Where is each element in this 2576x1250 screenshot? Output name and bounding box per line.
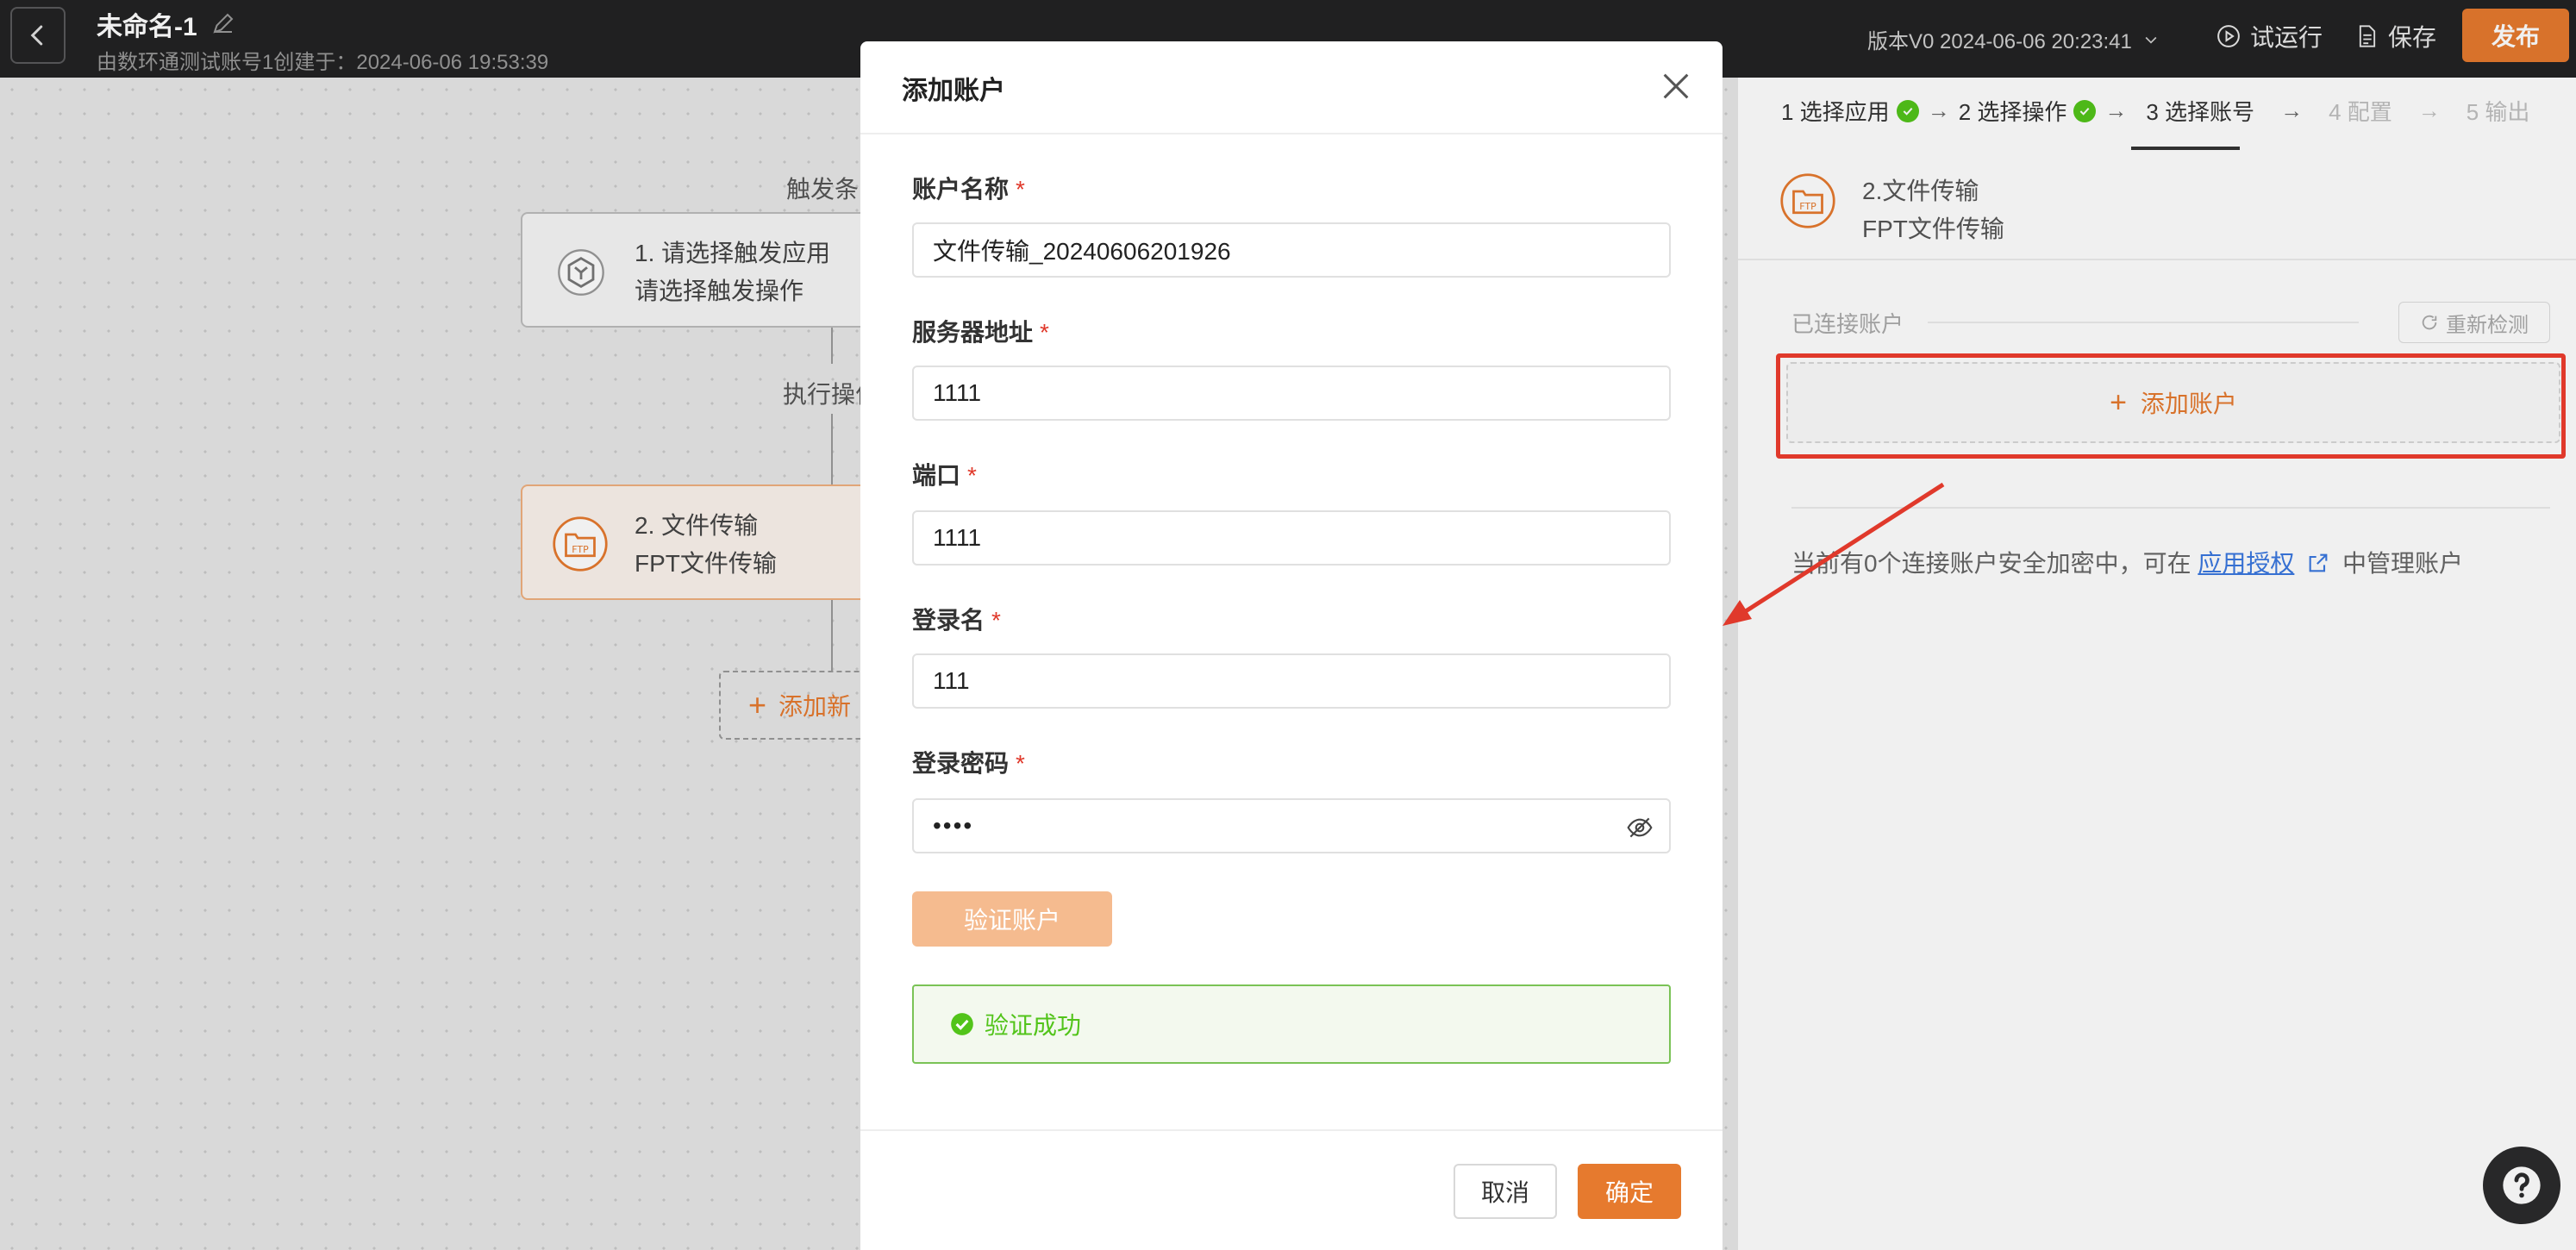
login-name-label: 登录名 *	[912, 607, 1001, 634]
annotation-arrow-icon	[1723, 482, 1945, 626]
login-password-input[interactable]: ••••	[912, 798, 1671, 853]
success-text: 验证成功	[985, 1012, 1082, 1039]
close-icon[interactable]	[1659, 69, 1693, 103]
eye-off-icon[interactable]	[1626, 814, 1654, 841]
annotation-highlight-box	[1776, 353, 2566, 459]
port-label: 端口 *	[912, 462, 977, 489]
login-name-input[interactable]: 111	[912, 653, 1671, 709]
verify-success-message: 验证成功	[912, 984, 1671, 1064]
port-input[interactable]: 1111	[912, 510, 1671, 566]
modal-footer-divider	[860, 1129, 1723, 1131]
account-name-label: 账户名称 *	[912, 176, 1025, 203]
login-password-label: 登录密码 *	[912, 750, 1025, 777]
confirm-button[interactable]: 确定	[1578, 1164, 1681, 1219]
password-value: ••••	[933, 812, 974, 839]
modal-title: 添加账户	[902, 77, 1005, 105]
server-address-input[interactable]: 1111	[912, 366, 1671, 421]
verify-account-button[interactable]: 验证账户	[912, 891, 1112, 947]
cancel-button[interactable]: 取消	[1454, 1164, 1557, 1219]
check-circle-icon	[951, 1013, 973, 1035]
account-name-input[interactable]: 文件传输_20240606201926	[912, 222, 1671, 278]
server-address-label: 服务器地址 *	[912, 319, 1049, 346]
